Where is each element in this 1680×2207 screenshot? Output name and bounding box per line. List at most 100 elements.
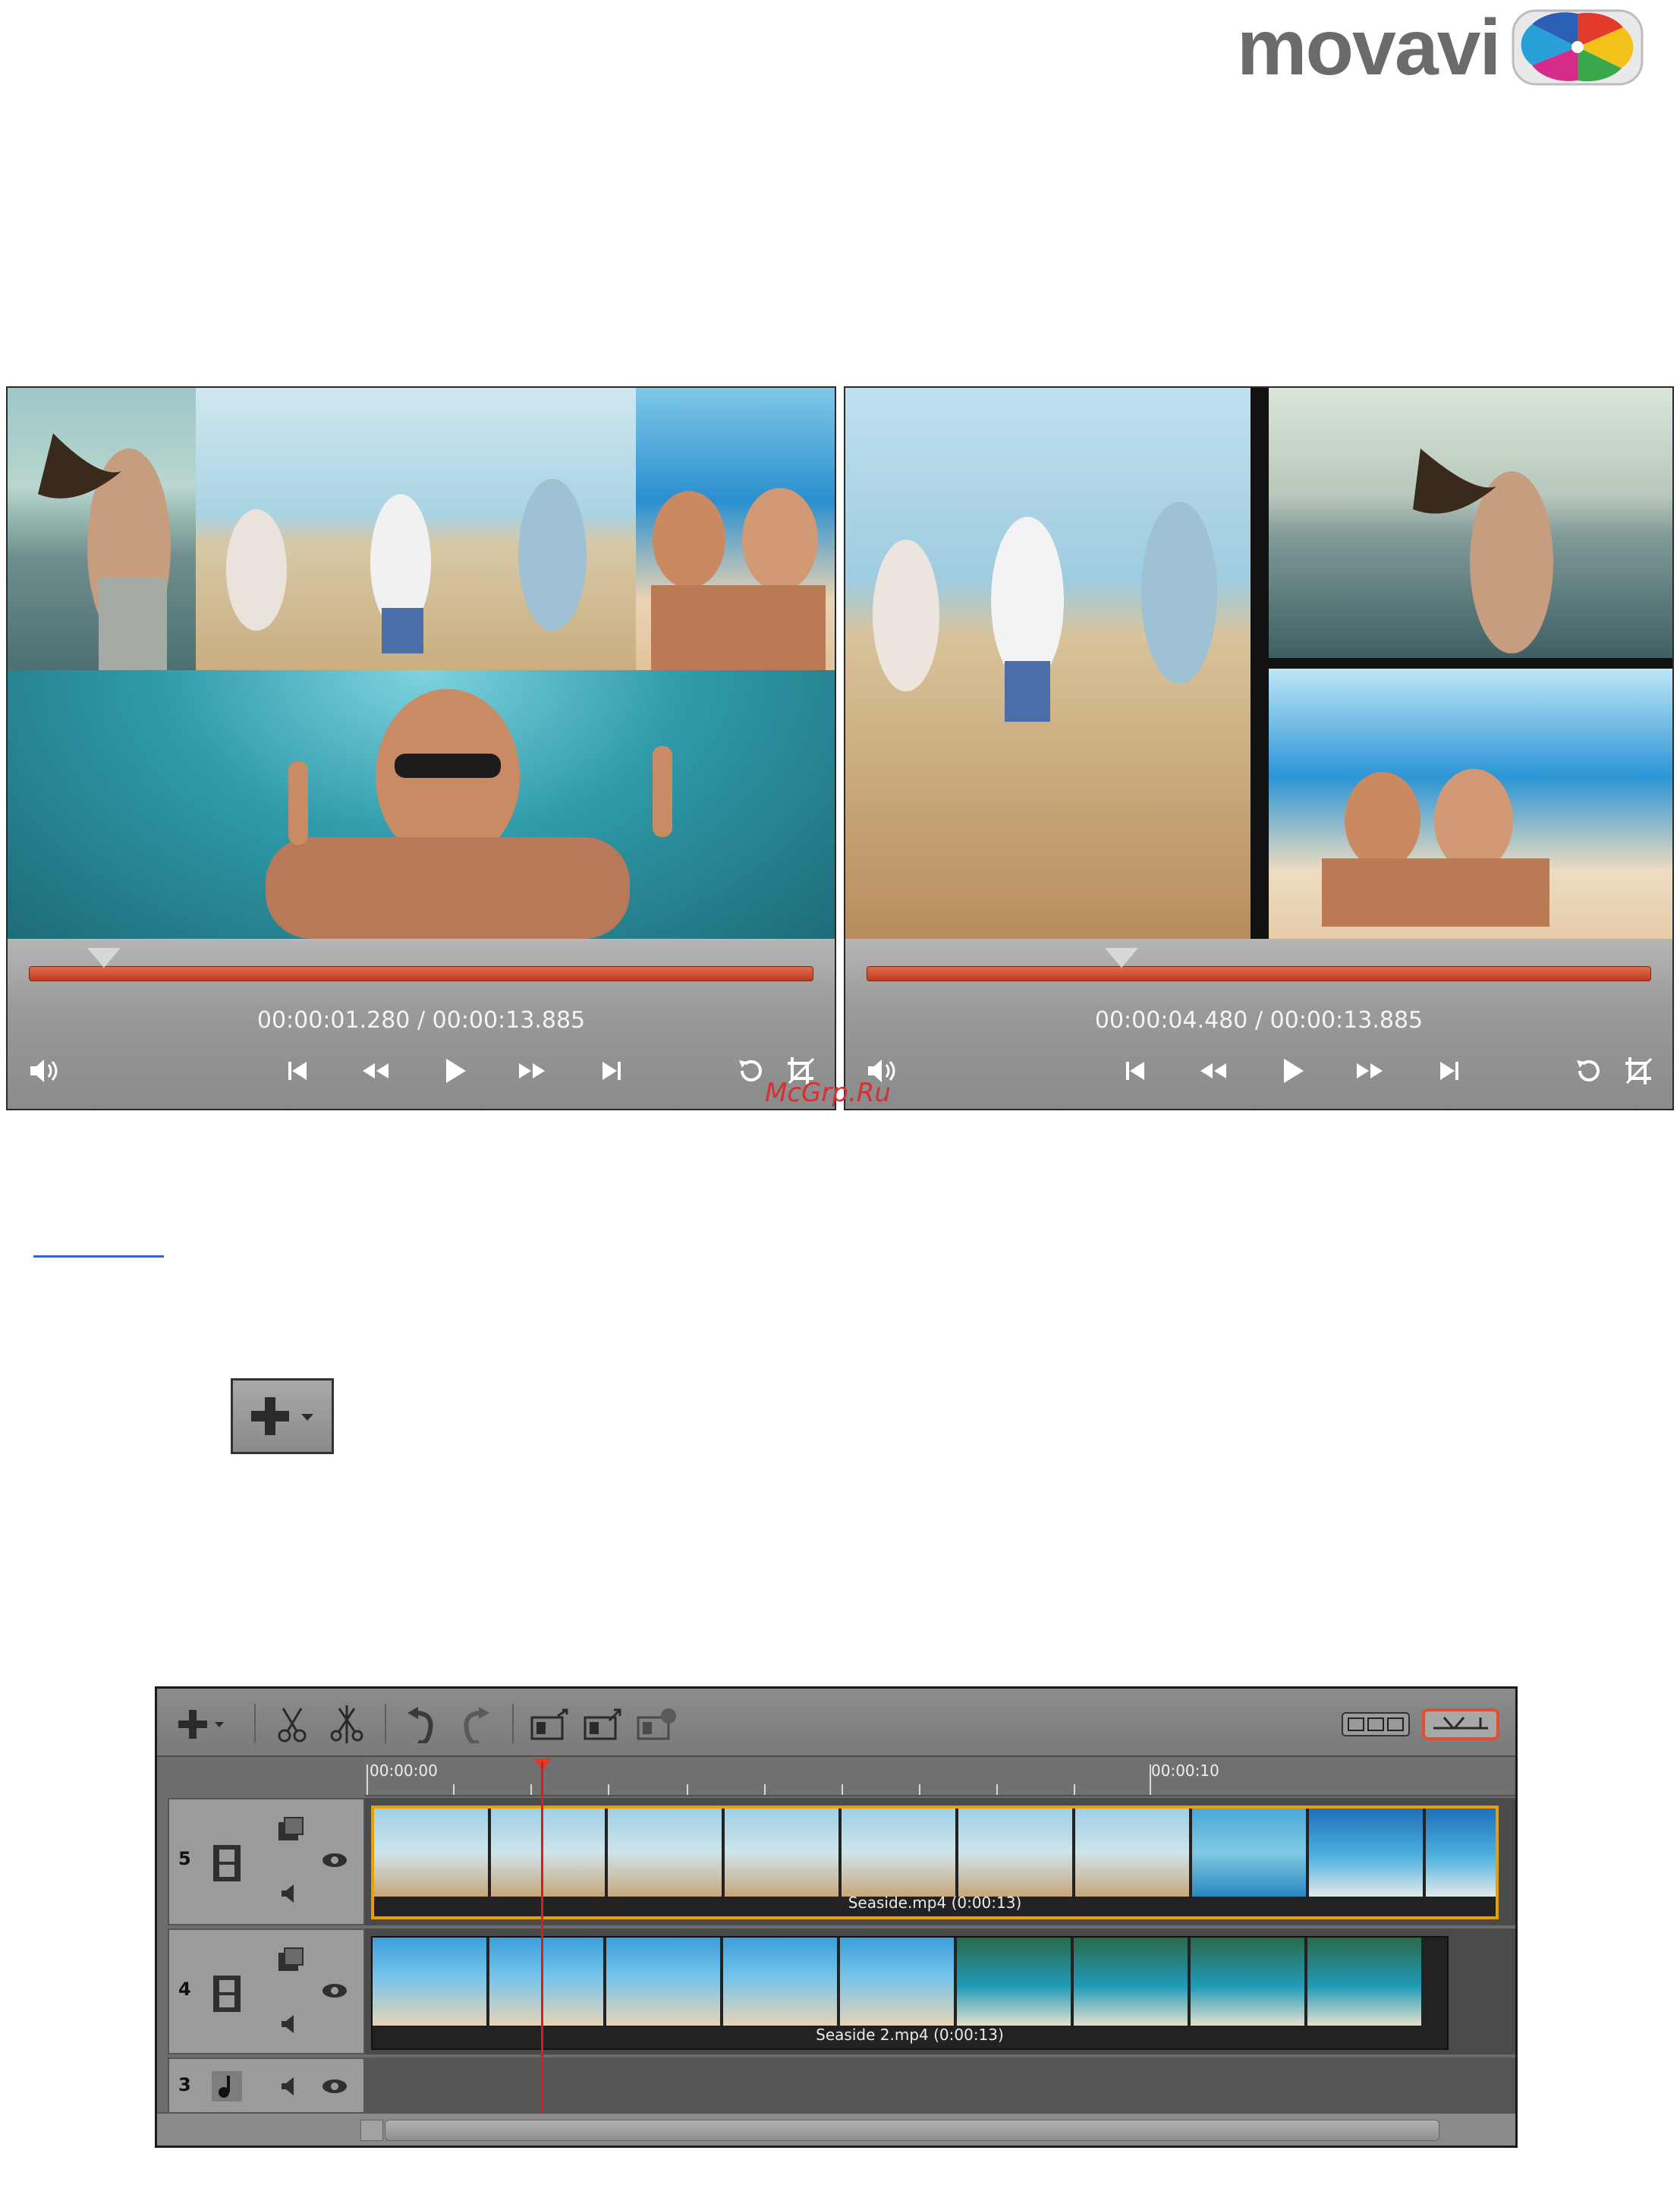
playhead-line[interactable] [541,1762,543,2130]
play-icon[interactable] [1272,1053,1311,1089]
track-header-5[interactable]: 5 [168,1798,365,1925]
add-plus-dropdown-icon[interactable] [231,1378,334,1454]
skip-start-icon[interactable] [278,1053,317,1089]
player-controls-left: 00:00:01.280 / 00:00:13.885 [8,939,835,1109]
collage-tile-beach-jump [196,388,636,670]
clip-thumbnail [723,1938,837,2026]
visibility-eye-icon[interactable] [319,2071,350,2102]
volume-icon[interactable] [24,1053,64,1089]
mute-volume-icon[interactable] [275,2071,306,2102]
seek-bar[interactable] [867,966,1651,981]
visibility-eye-icon[interactable] [319,1976,350,2006]
clip-name: Seaside 2.mp4 (0:00:13) [816,2026,1004,2044]
timeline-view-icon[interactable] [1421,1705,1500,1743]
video-preview-right [845,388,1672,939]
movavi-pinwheel-icon [1512,9,1644,86]
redo-icon[interactable] [455,1705,497,1743]
undo-icon[interactable] [400,1705,442,1743]
preview-player-right: 00:00:04.480 / 00:00:13.885 [844,386,1674,1110]
clip-thumbnail [1192,1809,1306,1897]
mute-volume-icon[interactable] [275,2009,306,2039]
video-clip[interactable]: Seaside.mp4 (0:00:13) [371,1806,1499,1919]
timeline-panel: 00:00:00 00:00:10 5 Seaside.mp4 (0:00:13… [155,1686,1518,2148]
video-track-icon [213,1976,241,2012]
timecode: 00:00:04.480 / 00:00:13.885 [845,1007,1672,1034]
horizontal-scrollbar[interactable] [157,2112,1515,2146]
track-number: 4 [178,1979,191,2000]
export-clip-icon[interactable] [582,1705,624,1743]
seek-handle[interactable] [1105,948,1138,968]
storyboard-view-icon[interactable] [1339,1705,1412,1743]
ruler-tick [1074,1784,1075,1795]
clip-thumbnail [374,1809,488,1897]
play-icon[interactable] [434,1053,473,1089]
audio-note-icon [212,2071,242,2102]
ruler-label-start: 00:00:00 [370,1762,438,1780]
fast-forward-icon[interactable] [513,1053,552,1089]
rewind-icon[interactable] [1193,1053,1232,1089]
visibility-eye-icon[interactable] [319,1845,350,1875]
ruler-tick [687,1784,688,1795]
mute-volume-icon[interactable] [275,1878,306,1909]
preview-player-left: 00:00:01.280 / 00:00:13.885 [6,386,836,1110]
clip-thumbnail [489,1938,603,2026]
ruler-tick [453,1784,455,1795]
hyperlink-underline[interactable] [33,1255,164,1258]
crop-icon[interactable] [1619,1053,1659,1089]
ruler-tick [996,1784,998,1795]
skip-end-icon[interactable] [1430,1053,1469,1089]
collage-tile-couple [1269,669,1672,939]
clip-thumbnail [1075,1809,1189,1897]
rotate-icon[interactable] [1568,1053,1607,1089]
track-lane-4[interactable]: Seaside 2.mp4 (0:00:13) [365,1928,1515,2054]
rotate-icon[interactable] [730,1053,769,1089]
ruler-label-mark: 00:00:10 [1151,1762,1219,1780]
add-track-icon[interactable] [175,1705,230,1743]
clip-thumbnail [1426,1809,1496,1897]
timeline-toolbar [157,1689,1515,1757]
clip-thumbnail [958,1809,1072,1897]
track-lane-5[interactable]: Seaside.mp4 (0:00:13) [365,1798,1515,1925]
clip-thumbnail [842,1809,955,1897]
time-current: 00:00:01.280 [256,1007,411,1034]
clip-thumbnail [1307,1938,1421,2026]
skip-end-icon[interactable] [592,1053,631,1089]
rewind-icon[interactable] [355,1053,395,1089]
ruler-tick [764,1784,766,1795]
ruler-tick [530,1784,532,1795]
opacity-icon[interactable] [275,1815,306,1845]
opacity-icon[interactable] [275,1945,306,1976]
collage-tile-beach-jump [845,388,1251,939]
collage-tile-couple [636,388,835,670]
toolbar-separator [385,1704,386,1743]
clip-properties-icon[interactable] [529,1705,571,1743]
clip-thumbnail [606,1938,720,2026]
seek-bar[interactable] [29,966,813,981]
clip-thumbnail [957,1938,1071,2026]
collage-tile-hairflip [1269,388,1672,658]
time-total: / 00:00:13.885 [1254,1007,1424,1034]
collage-tile-underwater [8,670,835,939]
track-number: 3 [178,2074,191,2095]
track-header-4[interactable]: 4 [168,1928,365,2054]
video-preview-left [8,388,835,939]
track-header-3[interactable]: 3 [168,2057,365,2114]
scroll-left-arrow-icon[interactable] [360,2120,383,2141]
collage-tile-hairflip [8,388,196,670]
clip-thumbnail [491,1809,605,1897]
ruler-tick [919,1784,920,1795]
clip-thumbnail [373,1938,486,2026]
video-clip[interactable]: Seaside 2.mp4 (0:00:13) [371,1936,1449,2050]
ruler-tick [842,1784,843,1795]
split-all-scissors-icon[interactable] [326,1705,368,1743]
split-scissors-icon[interactable] [271,1705,313,1743]
track-lane-3[interactable] [365,2057,1515,2114]
seek-handle[interactable] [87,948,121,968]
player-controls-right: 00:00:04.480 / 00:00:13.885 [845,939,1672,1109]
scrollbar-thumb[interactable] [385,2120,1439,2141]
fast-forward-icon[interactable] [1351,1053,1390,1089]
clip-duration-icon[interactable] [635,1705,678,1743]
watermark-text: McGrp.Ru [765,1078,891,1108]
clip-thumbnail [725,1809,838,1897]
skip-start-icon[interactable] [1115,1053,1155,1089]
